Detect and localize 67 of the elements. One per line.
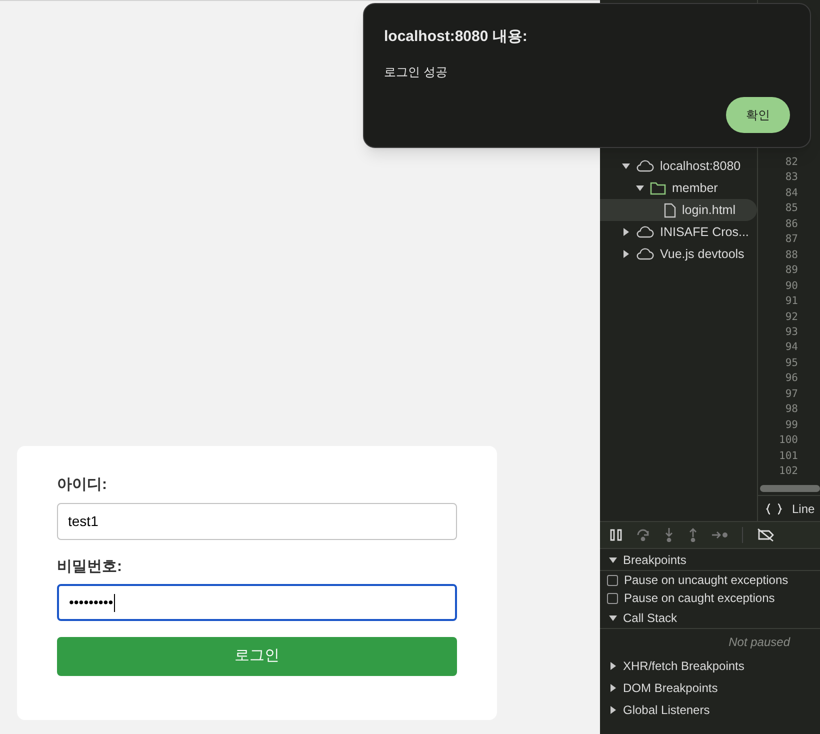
expanded-arrow-icon[interactable] xyxy=(636,184,644,192)
step-over-icon[interactable] xyxy=(636,529,650,541)
scrollbar[interactable] xyxy=(760,484,820,492)
checkbox-label: Pause on caught exceptions xyxy=(624,590,775,607)
status-note: Not paused xyxy=(728,634,790,651)
deactivate-breakpoints-icon[interactable] xyxy=(757,528,775,542)
line-number: 84 xyxy=(784,186,798,201)
input-field[interactable]: ••••••••• xyxy=(57,584,457,621)
section-header[interactable]: Global Listeners xyxy=(600,699,820,721)
pause-icon[interactable] xyxy=(610,529,622,541)
login-button[interactable]: 로그인 xyxy=(57,637,457,676)
line-number: 94 xyxy=(784,340,798,356)
line-number: 87 xyxy=(784,232,798,248)
status-label: Line xyxy=(792,500,815,518)
collapsed-arrow-icon[interactable] xyxy=(622,250,630,258)
section-header[interactable]: XHR/fetch Breakpoints xyxy=(600,655,820,677)
line-number: 86 xyxy=(784,216,798,232)
alert-title: localhost:8080 내용: xyxy=(384,27,528,47)
section-header[interactable]: Call Stack xyxy=(600,607,820,629)
section-header[interactable]: DOM Breakpoints xyxy=(600,677,820,699)
line-number: 101 xyxy=(778,448,798,464)
tree-item[interactable]: localhost:8080 xyxy=(600,155,757,177)
confirm-button[interactable]: 확인 xyxy=(726,96,790,132)
field-label: 비밀번호: xyxy=(57,556,123,576)
cloud-icon xyxy=(636,226,654,238)
checkbox-label: Pause on uncaught exceptions xyxy=(624,572,788,589)
alert-message: 로그인 성공 xyxy=(384,64,448,80)
line-number: 99 xyxy=(784,418,798,433)
field-label: 아이디: xyxy=(57,475,108,495)
tree-item[interactable]: login.html xyxy=(600,199,757,221)
line-number: 102 xyxy=(778,464,798,480)
line-number: 83 xyxy=(784,170,798,186)
line-number: 92 xyxy=(784,310,798,325)
line-number: 90 xyxy=(784,278,798,294)
line-number: 88 xyxy=(784,248,798,263)
checkbox[interactable] xyxy=(607,592,618,604)
line-number: 85 xyxy=(784,201,798,216)
cloud-icon xyxy=(636,248,654,260)
line-number: 98 xyxy=(784,402,798,418)
collapsed-arrow-icon[interactable] xyxy=(609,684,617,692)
section-header[interactable]: Breakpoints xyxy=(600,549,820,571)
step-out-icon[interactable] xyxy=(688,528,698,542)
line-number: 93 xyxy=(784,324,798,340)
expanded-arrow-icon[interactable] xyxy=(609,556,617,564)
file-icon xyxy=(664,202,676,218)
cloud-icon xyxy=(636,160,654,172)
collapsed-arrow-icon[interactable] xyxy=(622,228,630,236)
line-number: 97 xyxy=(784,386,798,402)
checkbox[interactable] xyxy=(607,574,618,586)
line-number: 96 xyxy=(784,371,798,386)
expanded-arrow-icon[interactable] xyxy=(609,614,617,622)
braces-icon[interactable] xyxy=(766,502,782,514)
tree-item[interactable]: INISAFE Cros... xyxy=(600,221,757,243)
line-number: 91 xyxy=(784,294,798,310)
collapsed-arrow-icon[interactable] xyxy=(609,706,617,714)
expanded-arrow-icon[interactable] xyxy=(622,162,630,170)
step-icon[interactable] xyxy=(712,530,728,540)
line-number: 95 xyxy=(784,356,798,371)
line-number: 82 xyxy=(784,155,798,170)
folder-icon xyxy=(650,182,666,194)
collapsed-arrow-icon[interactable] xyxy=(609,662,617,670)
step-into-icon[interactable] xyxy=(664,528,674,542)
input-field[interactable]: test1 xyxy=(57,502,457,540)
line-number: 89 xyxy=(784,263,798,278)
tree-item[interactable]: Vue.js devtools xyxy=(600,243,757,265)
line-number: 100 xyxy=(778,433,798,448)
tree-item[interactable]: member xyxy=(600,177,757,199)
